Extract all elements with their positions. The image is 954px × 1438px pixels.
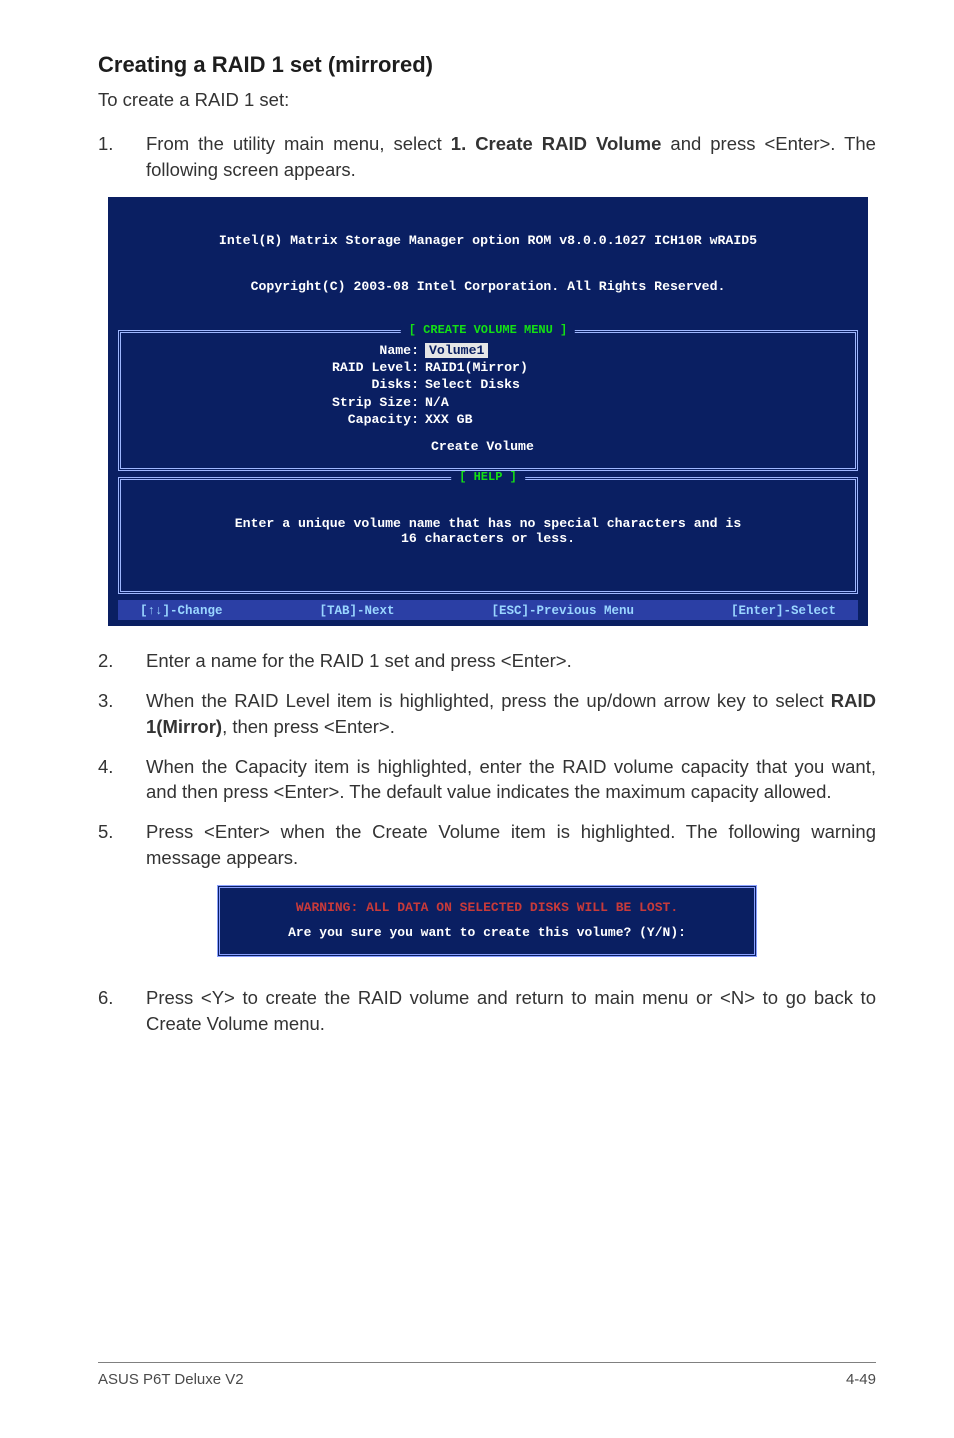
step-6: 6. Press <Y> to create the RAID volume a… [98, 985, 876, 1037]
step-number: 4. [98, 754, 146, 806]
step-number: 3. [98, 688, 146, 740]
section-heading: Creating a RAID 1 set (mirrored) [98, 52, 876, 78]
step-4: 4. When the Capacity item is highlighted… [98, 754, 876, 806]
step-number: 2. [98, 648, 146, 674]
create-volume-action[interactable]: Create Volume [135, 439, 841, 454]
help-frame: [ HELP ] Enter a unique volume name that… [118, 477, 858, 593]
step-text: When the RAID Level item is highlighted,… [146, 688, 876, 740]
hint-next: [TAB]-Next [319, 604, 394, 618]
step-text: Press <Enter> when the Create Volume ite… [146, 819, 876, 871]
intro-text: To create a RAID 1 set: [98, 88, 876, 113]
strip-size-field: N/A [425, 395, 449, 410]
footer-page-number: 4-49 [846, 1371, 876, 1388]
warning-prompt[interactable]: Are you sure you want to create this vol… [236, 925, 738, 940]
step-number: 6. [98, 985, 146, 1037]
hint-select: [Enter]-Select [731, 604, 836, 618]
step-text: Press <Y> to create the RAID volume and … [146, 985, 876, 1037]
bios-form: Name:Volume1 RAID Level:RAID1(Mirror) Di… [135, 343, 841, 454]
bios-key-hints: [↑↓]-Change [TAB]-Next [ESC]-Previous Me… [118, 600, 858, 620]
hint-prev: [ESC]-Previous Menu [491, 604, 634, 618]
step-number: 5. [98, 819, 146, 871]
create-volume-menu-frame: [ CREATE VOLUME MENU ] Name:Volume1 RAID… [118, 330, 858, 471]
bios-header-line-1: Intel(R) Matrix Storage Manager option R… [118, 233, 858, 248]
step-2: 2. Enter a name for the RAID 1 set and p… [98, 648, 876, 674]
footer-product: ASUS P6T Deluxe V2 [98, 1371, 244, 1388]
step-1: 1. From the utility main menu, select 1.… [98, 131, 876, 183]
help-text-line-1: Enter a unique volume name that has no s… [145, 516, 831, 531]
warning-headline: WARNING: ALL DATA ON SELECTED DISKS WILL… [236, 900, 738, 915]
disks-field[interactable]: Select Disks [425, 377, 520, 392]
help-label: [ HELP ] [451, 471, 525, 485]
name-field[interactable]: Volume1 [425, 343, 488, 358]
hint-change: [↑↓]-Change [140, 604, 223, 618]
step-5: 5. Press <Enter> when the Create Volume … [98, 819, 876, 871]
capacity-field[interactable]: XXX GB [425, 412, 472, 427]
bios-screenshot: Intel(R) Matrix Storage Manager option R… [108, 197, 868, 626]
raid-level-field[interactable]: RAID1(Mirror) [425, 360, 528, 375]
page-footer: ASUS P6T Deluxe V2 4-49 [98, 1362, 876, 1388]
step-text: Enter a name for the RAID 1 set and pres… [146, 648, 876, 674]
step-3: 3. When the RAID Level item is highlight… [98, 688, 876, 740]
help-text-line-2: 16 characters or less. [145, 531, 831, 546]
step-text: When the Capacity item is highlighted, e… [146, 754, 876, 806]
warning-dialog: WARNING: ALL DATA ON SELECTED DISKS WILL… [217, 885, 757, 957]
step-number: 1. [98, 131, 146, 183]
step-text: From the utility main menu, select 1. Cr… [146, 131, 876, 183]
bios-header-line-2: Copyright(C) 2003-08 Intel Corporation. … [118, 279, 858, 294]
create-volume-menu-label: [ CREATE VOLUME MENU ] [401, 324, 575, 338]
